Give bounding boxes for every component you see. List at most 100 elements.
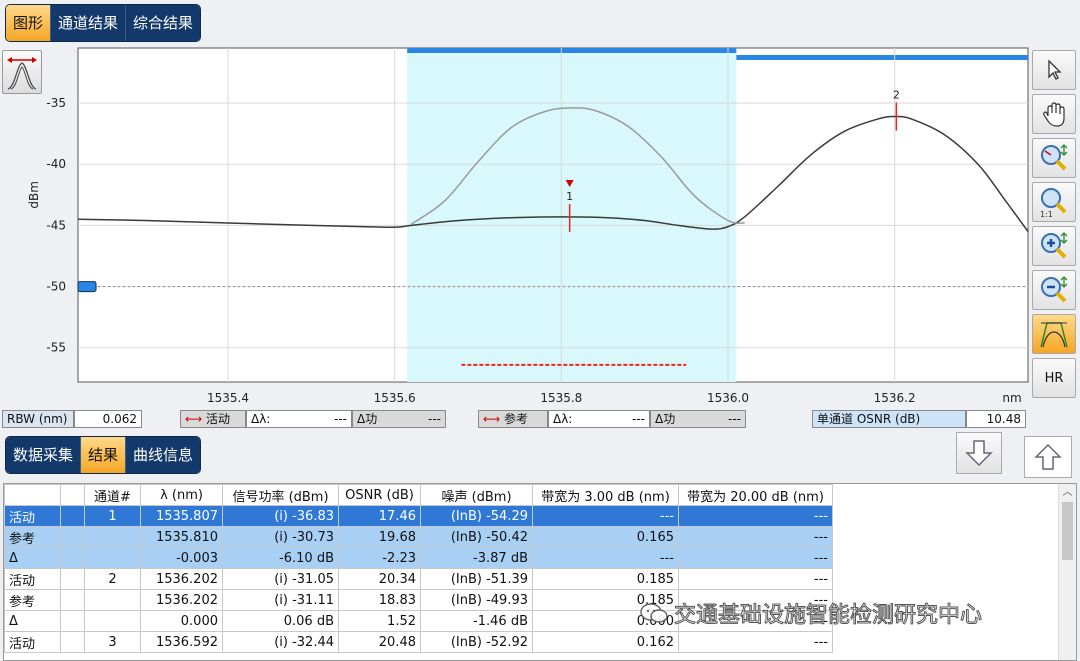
table-cell: 1536.592 — [140, 631, 223, 653]
watermark-text: 交通基础设施智能检测研究中心 — [673, 603, 983, 629]
row-marker-cell — [60, 505, 85, 527]
table-cell: (InB) -52.92 — [420, 631, 533, 653]
row-type-cell: 参考 — [4, 526, 61, 548]
ref-delta-power: Δ功 --- — [650, 410, 746, 428]
table-cell: 1535.807 — [140, 505, 223, 527]
table-cell: --- — [532, 547, 679, 569]
zoom-out-icon — [1041, 276, 1068, 303]
arrow-down-icon — [965, 440, 993, 467]
delta-power-value: --- — [428, 412, 441, 426]
zoom-reset-button[interactable]: 1:1 — [1032, 182, 1076, 222]
row-type-cell: 活动 — [4, 568, 61, 590]
filter-shape-icon — [1040, 322, 1068, 348]
double-arrow-icon: ⟷ — [483, 412, 501, 426]
pointer-icon — [1048, 59, 1062, 80]
osnr-value: 10.48 — [966, 410, 1026, 428]
spectrum-plot[interactable]: 1535.4 1535.6 1535.8 1536.0 1536.2 -35 -40 -45 -… — [0, 40, 1030, 410]
y-tick-label: -45 — [46, 218, 66, 232]
spectrum-chart[interactable]: 1535.4 1535.6 1535.8 1536.0 1536.2 -35 -40 -45 -… — [0, 40, 1030, 410]
tab-trace-info[interactable]: 曲线信息 — [126, 437, 201, 473]
table-cell: (i) -31.11 — [222, 589, 339, 611]
threshold-handle — [77, 281, 97, 293]
table-cell: 1536.202 — [140, 568, 223, 590]
zoom-area-button[interactable] — [1032, 138, 1076, 178]
tab-channel-results[interactable]: 通道结果 — [51, 5, 127, 41]
table-cell: 1535.810 — [140, 526, 223, 548]
tab-acquisition[interactable]: 数据采集 — [6, 437, 82, 473]
hr-button[interactable]: HR — [1032, 358, 1076, 398]
table-cell: --- — [678, 526, 833, 548]
table-cell: 0.165 — [532, 526, 679, 548]
row-type-cell: Δ — [4, 547, 61, 569]
col-header[interactable]: OSNR (dB) — [338, 484, 421, 506]
results-table-container[interactable]: 通道# λ (nm) 信号功率 (dBm) OSNR (dB) 噪声 (dBm)… — [3, 483, 1077, 661]
zoom-area-icon — [1041, 144, 1068, 171]
table-cell: 2 — [84, 568, 141, 590]
col-header[interactable]: λ (nm) — [140, 484, 223, 506]
result-tabs: 数据采集 结果 曲线信息 — [5, 436, 202, 474]
wechat-logo-icon — [640, 603, 668, 623]
ref-delta-lambda-label: Δλ: — [553, 412, 573, 426]
next-channel-bar — [736, 55, 1028, 60]
col-header-blank — [60, 484, 85, 506]
zoom-reset-icon: 1:1 — [1040, 188, 1067, 219]
table-cell: 19.68 — [338, 526, 421, 548]
select-pointer-button[interactable] — [1032, 50, 1076, 90]
reference-label: 参考 — [504, 412, 529, 426]
zoom-in-button[interactable] — [1032, 226, 1076, 266]
col-header[interactable]: 带宽为 20.00 dB (nm) — [678, 484, 833, 506]
col-header[interactable]: 信号功率 (dBm) — [222, 484, 339, 506]
hr-label: HR — [1044, 370, 1064, 386]
peak-filter-button[interactable] — [1032, 314, 1076, 354]
scroll-up-arrow[interactable]: ︿ — [1059, 484, 1076, 502]
x-tick-label: 1535.4 — [207, 391, 249, 405]
col-header[interactable]: 带宽为 3.00 dB (nm) — [532, 484, 679, 506]
active-label: 活动 — [206, 412, 231, 426]
pan-button[interactable] — [1032, 94, 1076, 134]
table-cell — [84, 589, 141, 611]
col-header[interactable]: 通道# — [84, 484, 141, 506]
table-cell: 0.06 dB — [222, 610, 339, 632]
table-row[interactable]: 活动 3 1536.592 (i) -32.44 20.48 (InB) -52.92 0.… — [4, 631, 833, 653]
col-header[interactable]: 噪声 (dBm) — [420, 484, 533, 506]
move-down-button[interactable] — [956, 432, 1002, 474]
row-type-cell: 活动 — [4, 505, 61, 527]
hand-icon — [1043, 102, 1065, 127]
y-tick-label: -35 — [46, 96, 66, 110]
reference-trace-selector[interactable]: ⟷ 参考 — [478, 410, 548, 428]
ref-delta-lambda: Δλ: --- — [548, 410, 650, 428]
move-up-button[interactable] — [1024, 436, 1072, 478]
row-marker-cell — [60, 568, 85, 590]
table-cell: 17.46 — [338, 505, 421, 527]
table-cell: --- — [678, 631, 833, 653]
ref-delta-lambda-value: --- — [632, 412, 645, 426]
table-cell: 3 — [84, 631, 141, 653]
row-type-cell: 活动 — [4, 631, 61, 653]
table-row[interactable]: Δ -0.003 -6.10 dB -2.23 -3.87 dB --- --- — [4, 547, 833, 569]
tab-graph[interactable]: 图形 — [6, 5, 52, 41]
ref-delta-power-value: --- — [728, 412, 741, 426]
table-cell — [84, 547, 141, 569]
active-trace-selector[interactable]: ⟷ 活动 — [180, 410, 246, 428]
col-header[interactable] — [4, 484, 61, 506]
table-row[interactable]: 参考 1535.810 (i) -30.73 19.68 (InB) -50.42 0.1… — [4, 526, 833, 548]
table-row[interactable]: 活动 2 1536.202 (i) -31.05 20.34 (InB) -51.39 0.… — [4, 568, 833, 590]
zoom-out-button[interactable] — [1032, 270, 1076, 310]
table-row[interactable]: 活动 1 1535.807 (i) -36.83 17.46 (InB) -54.29 --… — [4, 505, 833, 527]
vertical-scrollbar[interactable]: ︿ — [1058, 484, 1076, 660]
row-type-cell: 参考 — [4, 589, 61, 611]
tab-results[interactable]: 结果 — [81, 437, 127, 473]
table-cell: 0.185 — [532, 568, 679, 590]
active-delta-power: Δ功 --- — [352, 410, 446, 428]
table-cell: 20.48 — [338, 631, 421, 653]
rbw-label: RBW (nm) — [2, 410, 74, 428]
scroll-thumb[interactable] — [1062, 502, 1073, 560]
tab-summary-results[interactable]: 综合结果 — [126, 5, 201, 41]
table-cell: (i) -32.44 — [222, 631, 339, 653]
table-cell — [84, 610, 141, 632]
table-cell: 1.52 — [338, 610, 421, 632]
y-tick-label: -55 — [46, 341, 66, 355]
table-cell: --- — [532, 505, 679, 527]
table-cell: -2.23 — [338, 547, 421, 569]
row-marker-cell — [60, 610, 85, 632]
